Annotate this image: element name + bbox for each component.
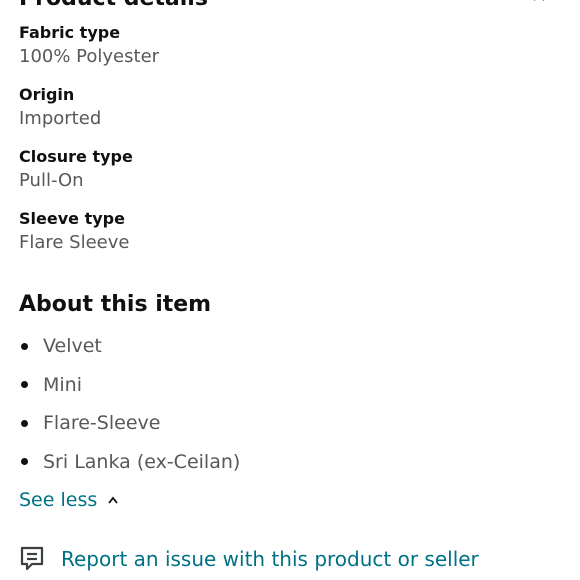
detail-row-origin: Origin Imported: [19, 84, 559, 132]
detail-value: Pull-On: [19, 170, 84, 191]
list-item: Sri Lanka (ex-Ceilan): [19, 443, 559, 482]
detail-label: Closure type: [19, 147, 133, 166]
list-item: Mini: [19, 366, 559, 405]
detail-row-sleeve-type: Sleeve type Flare Sleeve: [19, 208, 559, 256]
about-this-item: About this item Velvet Mini Flare-Sleeve…: [19, 289, 559, 481]
bullet-icon: [21, 458, 28, 466]
list-item: Flare-Sleeve: [19, 404, 559, 443]
product-details-page: Product details Fabric type 100% Polyest…: [0, 0, 580, 580]
report-issue-label[interactable]: Report an issue with this product or sel…: [61, 547, 479, 571]
bullet-icon: [21, 381, 28, 389]
about-bullets: Velvet Mini Flare-Sleeve Sri Lanka (ex-C…: [19, 327, 559, 481]
bullet-icon: [21, 419, 28, 427]
report-issue-link[interactable]: Report an issue with this product or sel…: [19, 545, 479, 573]
detail-value: Flare Sleeve: [19, 232, 130, 253]
section-title: Product details: [19, 0, 208, 11]
bullet-text: Mini: [43, 373, 82, 396]
detail-label: Sleeve type: [19, 209, 125, 228]
bullet-text: Velvet: [43, 335, 102, 358]
see-less-link[interactable]: See less: [19, 489, 119, 511]
bullet-text: Flare-Sleeve: [43, 412, 161, 435]
list-item: Velvet: [19, 327, 559, 366]
see-less-label[interactable]: See less: [19, 489, 97, 511]
detail-value: 100% Polyester: [19, 46, 160, 67]
detail-row-closure-type: Closure type Pull-On: [19, 146, 559, 194]
detail-label: Fabric type: [19, 23, 121, 42]
details-list: Fabric type 100% Polyester Origin Import…: [19, 22, 559, 270]
bullet-icon: [21, 342, 28, 350]
detail-value: Imported: [19, 108, 102, 129]
bullet-text: Sri Lanka (ex-Ceilan): [43, 450, 241, 473]
about-title: About this item: [19, 292, 212, 317]
detail-row-fabric-type: Fabric type 100% Polyester: [19, 22, 559, 70]
feedback-icon: [20, 546, 44, 571]
chevron-up-icon: [108, 496, 118, 504]
detail-label: Origin: [19, 85, 75, 104]
chevron-up-icon[interactable]: [532, 0, 546, 4]
